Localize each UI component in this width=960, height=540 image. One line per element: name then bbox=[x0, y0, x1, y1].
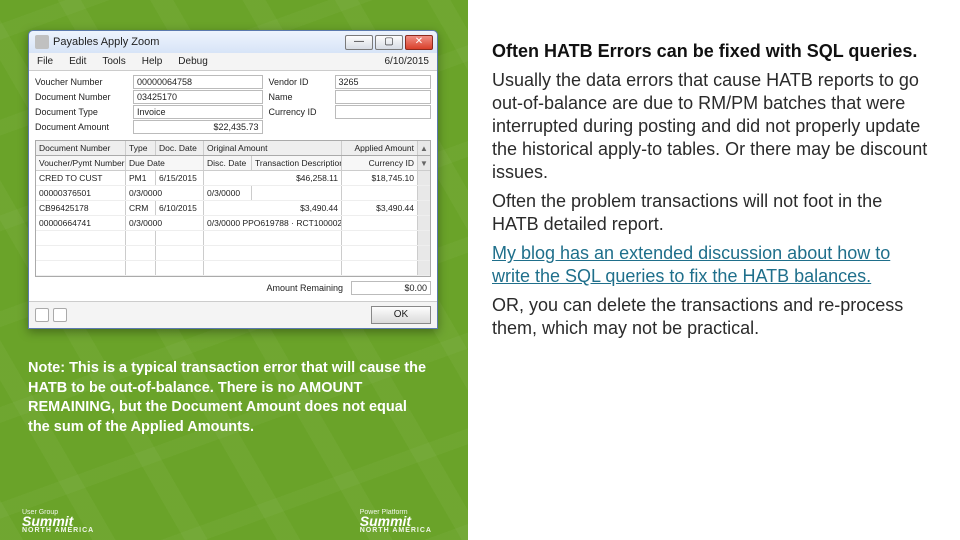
table-row[interactable]: 00000376501 0/3/0000 0/3/0000 bbox=[36, 186, 430, 201]
app-icon bbox=[35, 35, 49, 49]
menu-date: 6/10/2015 bbox=[385, 56, 430, 67]
paragraph: My blog has an extended discussion about… bbox=[492, 242, 932, 288]
blog-link[interactable]: My blog has an extended discussion about… bbox=[492, 243, 890, 286]
col-docnum: Document Number bbox=[36, 141, 126, 155]
col-trxdesc: Transaction Description bbox=[252, 156, 342, 170]
col-duedate: Due Date bbox=[126, 156, 204, 170]
col-origamt: Original Amount bbox=[204, 141, 342, 155]
paragraph: Usually the data errors that cause HATB … bbox=[492, 69, 932, 184]
paragraph: OR, you can delete the transactions and … bbox=[492, 294, 932, 340]
table-row: ..... bbox=[36, 246, 430, 261]
docnum-label: Document Number bbox=[35, 92, 127, 102]
footer-icon[interactable] bbox=[53, 308, 67, 322]
currency-label: Currency ID bbox=[269, 107, 329, 117]
footer-icon[interactable] bbox=[35, 308, 49, 322]
docnum-value: 03425170 bbox=[133, 90, 263, 104]
name-value bbox=[335, 90, 432, 104]
col-docdate: Doc. Date bbox=[156, 141, 204, 155]
minimize-button[interactable]: — bbox=[345, 35, 373, 50]
menubar: File Edit Tools Help Debug 6/10/2015 bbox=[29, 53, 437, 71]
col-discdate: Disc. Date bbox=[204, 156, 252, 170]
scroll-down-icon[interactable]: ▼ bbox=[418, 156, 430, 170]
menu-debug[interactable]: Debug bbox=[178, 56, 207, 67]
col-applied: Applied Amount bbox=[342, 141, 418, 155]
ok-button[interactable]: OK bbox=[371, 306, 431, 324]
amount-remaining-value: $0.00 bbox=[351, 281, 431, 295]
doctype-value: Invoice bbox=[133, 105, 263, 119]
text-panel: Often HATB Errors can be fixed with SQL … bbox=[468, 0, 960, 540]
name-label: Name bbox=[269, 92, 329, 102]
voucher-value: 00000064758 bbox=[133, 75, 263, 89]
maximize-button[interactable]: ▢ bbox=[375, 35, 403, 50]
lead-paragraph: Often HATB Errors can be fixed with SQL … bbox=[492, 40, 932, 63]
table-row: ..... bbox=[36, 231, 430, 246]
table-row[interactable]: CRED TO CUST PM1 6/15/2015 $46,258.11 $1… bbox=[36, 171, 430, 186]
doctype-label: Document Type bbox=[35, 107, 127, 117]
voucher-label: Voucher Number bbox=[35, 77, 127, 87]
scroll-up-icon[interactable]: ▲ bbox=[418, 141, 430, 155]
window-title: Payables Apply Zoom bbox=[53, 36, 345, 48]
col-voucher: Voucher/Pymt Number bbox=[36, 156, 126, 170]
col-currid: Currency ID bbox=[342, 156, 418, 170]
apply-grid: Document Number Type Doc. Date Original … bbox=[35, 140, 431, 277]
menu-help[interactable]: Help bbox=[142, 56, 163, 67]
col-type: Type bbox=[126, 141, 156, 155]
currency-value bbox=[335, 105, 432, 119]
menu-edit[interactable]: Edit bbox=[69, 56, 86, 67]
vendor-label: Vendor ID bbox=[269, 77, 329, 87]
menu-tools[interactable]: Tools bbox=[102, 56, 125, 67]
note-text: Note: This is a typical transaction erro… bbox=[28, 359, 428, 437]
close-button[interactable]: ✕ bbox=[405, 35, 433, 50]
logo-left: User Group Summit NORTH AMERICA bbox=[22, 510, 94, 534]
docamt-label: Document Amount bbox=[35, 122, 127, 132]
logo-right: Power Platform Summit NORTH AMERICA bbox=[360, 510, 432, 534]
table-row[interactable]: 00000664741 0/3/0000 0/3/0000 PPO619788 … bbox=[36, 216, 430, 231]
app-window: Payables Apply Zoom — ▢ ✕ File Edit Tool… bbox=[28, 30, 438, 329]
titlebar: Payables Apply Zoom — ▢ ✕ bbox=[29, 31, 437, 53]
menu-file[interactable]: File bbox=[37, 56, 53, 67]
amount-remaining-label: Amount Remaining bbox=[266, 283, 343, 293]
paragraph: Often the problem transactions will not … bbox=[492, 190, 932, 236]
vendor-value: 3265 bbox=[335, 75, 432, 89]
table-row[interactable]: CB96425178 CRM 6/10/2015 $3,490.44 $3,49… bbox=[36, 201, 430, 216]
docamt-value: $22,435.73 bbox=[133, 120, 263, 134]
table-row: ..... bbox=[36, 261, 430, 276]
